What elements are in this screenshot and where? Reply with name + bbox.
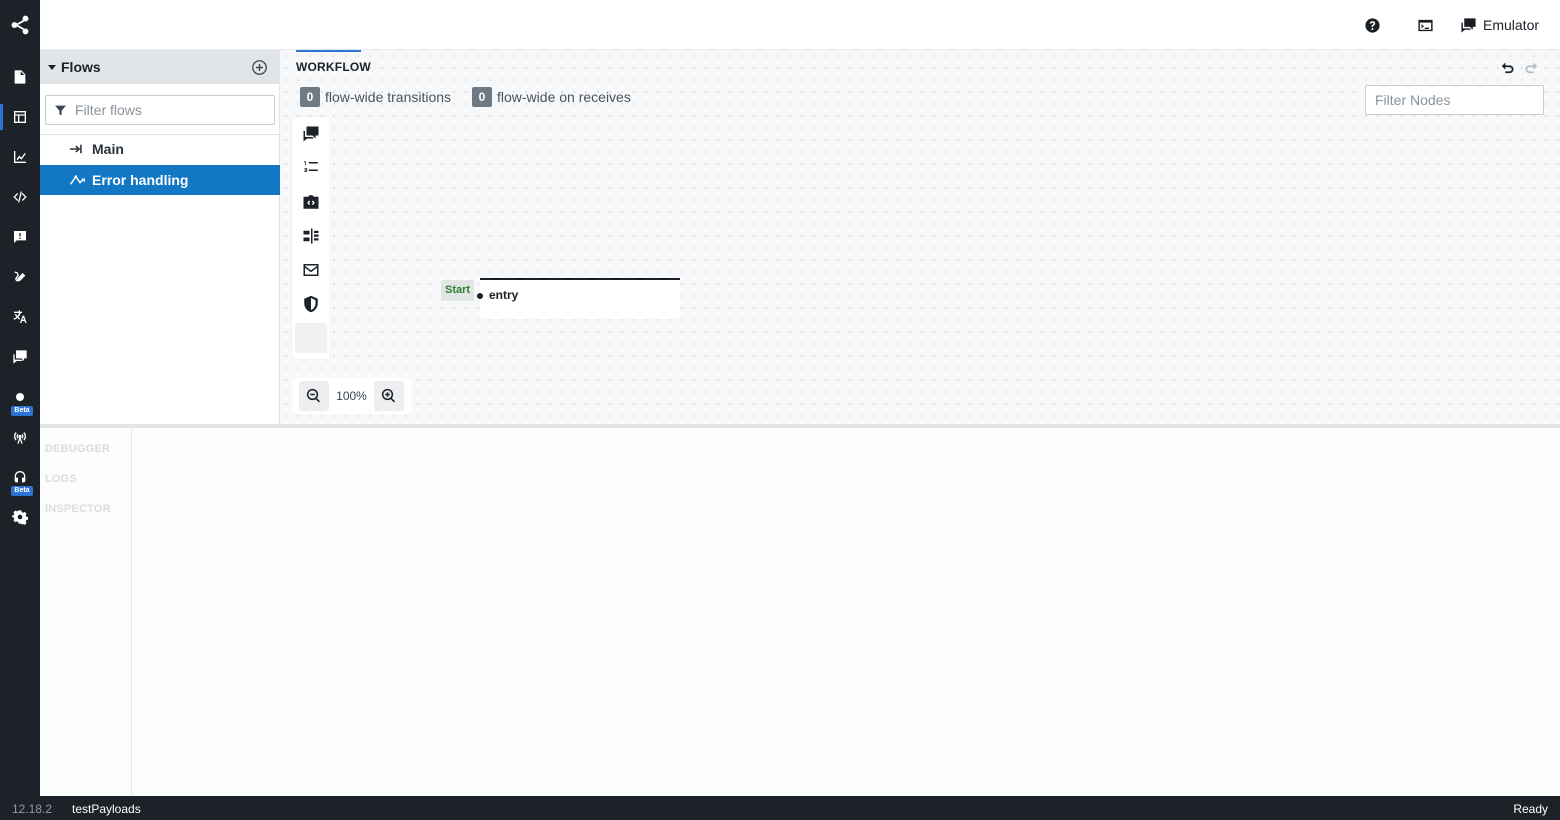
top-bar: Emulator [40,0,1560,50]
node-name: entry [489,288,519,302]
main-flow-icon [69,144,82,154]
emulator-button[interactable]: Emulator [1460,13,1539,37]
receives-label: flow-wide on receives [497,89,631,105]
workspace-label[interactable]: testPayloads [72,802,141,816]
empty-tool-slot[interactable] [295,323,327,353]
flow-item-main[interactable]: Main [40,134,280,164]
tab-inspector[interactable]: INSPECTOR [45,503,111,515]
redo-icon[interactable] [1523,59,1540,76]
beta-badge: Beta [11,486,33,496]
zoom-in-icon [381,388,395,403]
zoom-controls: 100% [292,378,412,414]
help-circle-icon [1365,17,1380,33]
add-flow-icon[interactable] [251,59,268,76]
router-node-tool[interactable] [295,221,327,251]
code-box-icon [303,195,319,209]
nlu-icon[interactable] [0,222,40,252]
left-rail: Beta Beta [0,0,40,796]
help-button[interactable] [1364,13,1381,37]
qna-icon[interactable] [0,262,40,292]
execute-node-tool[interactable] [295,187,327,217]
node-port-dot[interactable] [477,293,483,299]
tab-workflow[interactable]: WORKFLOW [296,50,371,83]
tab-debugger[interactable]: DEBUGGER [45,443,110,455]
emulator-chat-icon [1461,17,1476,33]
tab-logs[interactable]: LOGS [45,473,77,485]
node-toolbox [292,117,330,359]
caret-down-icon [48,64,56,70]
flow-node-entry[interactable]: entry [477,278,680,319]
translate-icon[interactable] [0,302,40,332]
envelope-icon [303,264,319,276]
conversations-icon[interactable] [0,342,40,372]
flows-title: Flows [61,59,101,75]
transitions-count-badge: 0 [300,87,320,107]
receives-count-badge: 0 [472,87,492,107]
emulator-label: Emulator [1483,17,1540,33]
shield-icon [304,295,318,313]
say-something-tool[interactable] [295,255,327,285]
workflow-canvas[interactable]: WORKFLOW 0 flow-wide transitions 0 flow-… [280,50,1560,424]
filter-flows-field[interactable] [45,95,275,125]
broadcast-icon[interactable] [0,422,40,452]
transitions-label: flow-wide transitions [325,89,452,105]
terminal-button[interactable] [1417,13,1434,37]
flows-icon[interactable] [0,102,40,132]
filter-funnel-icon [55,105,66,115]
undo-redo-group [1499,59,1540,76]
flow-wide-on-receives[interactable]: 0 flow-wide on receives [472,87,631,107]
undo-icon[interactable] [1499,59,1516,76]
flows-panel: Flows Main Error handling [40,50,280,424]
terminal-icon [1418,19,1433,31]
flow-wide-transitions[interactable]: 0 flow-wide transitions [300,87,451,107]
botpress-logo-icon[interactable] [0,10,40,40]
bottom-tabs: DEBUGGER LOGS INSPECTOR [40,428,132,796]
flow-item-error-handling[interactable]: Error handling [40,165,280,195]
flows-header[interactable]: Flows [40,50,279,84]
numbered-list-icon [304,161,318,172]
zoom-out-button[interactable] [299,381,329,411]
filter-flows-input[interactable] [75,102,265,118]
status-ready: Ready [1513,802,1548,816]
flow-item-label: Main [92,141,124,157]
failure-node-tool[interactable] [295,289,327,319]
skill-list-tool[interactable] [295,153,327,183]
code-editor-icon[interactable] [0,182,40,212]
zoom-level: 100% [336,389,367,403]
chat-bubbles-icon [303,126,319,142]
status-bar: 12.18.2 testPayloads Ready [0,796,1560,820]
start-badge: Start [441,280,475,301]
zoom-in-button[interactable] [374,381,404,411]
settings-gear-icon[interactable] [0,502,40,532]
zoom-out-icon [306,388,320,403]
content-icon[interactable] [0,62,40,92]
standard-node-tool[interactable] [295,119,327,149]
analytics-icon[interactable] [0,142,40,172]
filter-nodes-input[interactable] [1365,85,1544,115]
router-split-icon [303,228,319,244]
bottom-panel: DEBUGGER LOGS INSPECTOR [40,424,1560,796]
version-label: 12.18.2 [12,802,53,816]
error-flow-icon [70,175,85,185]
flow-item-label: Error handling [92,172,189,188]
beta-badge: Beta [11,406,33,416]
